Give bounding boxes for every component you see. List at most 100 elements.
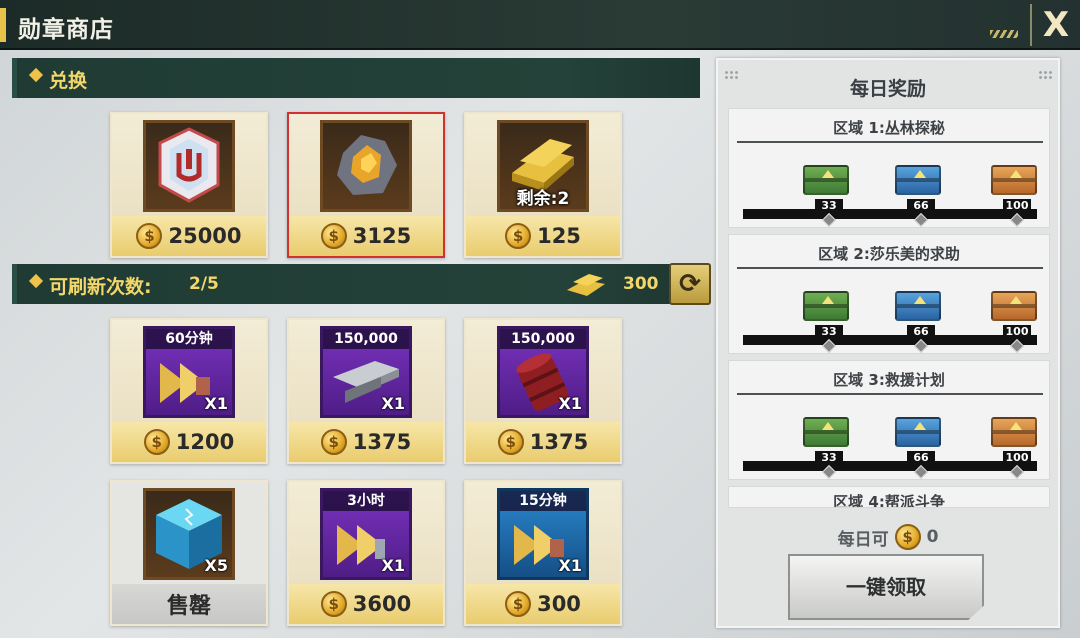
exchange-item-ore-crystal[interactable]: $ 3125 bbox=[287, 112, 445, 258]
speedup-icon: 60分钟 X1 bbox=[143, 326, 235, 418]
chest-icon[interactable] bbox=[803, 165, 849, 195]
price-amount: 3600 bbox=[352, 592, 412, 616]
medal-coin-icon: $ bbox=[143, 429, 170, 455]
zone-name: 区域 4:帮派斗争 bbox=[833, 493, 945, 508]
price-tag: $ 3125 bbox=[289, 216, 443, 256]
zone-3: 区域 3:救援计划 33 66 100 bbox=[728, 360, 1050, 480]
item-quantity: X1 bbox=[558, 394, 582, 413]
daily-value: 0 bbox=[926, 527, 939, 547]
daily-available: 每日可 $ 0 bbox=[718, 524, 1058, 550]
refresh-button[interactable]: ⟳ bbox=[669, 263, 711, 305]
speedup-icon: 3小时 X1 bbox=[320, 488, 412, 580]
shop-item-speedup-15min[interactable]: 15分钟 X1 $ 300 bbox=[464, 480, 622, 626]
price-amount: 3125 bbox=[352, 224, 412, 248]
item-quantity: X1 bbox=[558, 556, 582, 575]
chest-icon[interactable] bbox=[991, 165, 1037, 195]
medal-coin-icon: $ bbox=[505, 223, 532, 249]
medal-coin-icon: $ bbox=[894, 524, 921, 550]
exchange-item-shield-chip[interactable]: $ 25000 bbox=[110, 112, 268, 258]
title-bar: 勋章商店 X bbox=[0, 0, 1080, 50]
energy-cube-icon: X5 bbox=[143, 488, 235, 580]
price-amount: 1200 bbox=[175, 430, 235, 454]
steel-beam-icon: 150,000 X1 bbox=[320, 326, 412, 418]
price-tag: $ 1200 bbox=[112, 422, 266, 462]
item-quantity: X5 bbox=[204, 556, 228, 575]
speedup-icon: 15分钟 X1 bbox=[497, 488, 589, 580]
item-quantity: X1 bbox=[381, 556, 405, 575]
zone-name: 区域 3:救援计划 bbox=[833, 371, 945, 389]
diamond-icon bbox=[28, 273, 44, 289]
item-quantity: X1 bbox=[204, 394, 228, 413]
item-top-label: 3小时 bbox=[323, 491, 409, 511]
exchange-header: 兑换 bbox=[12, 58, 700, 98]
zone-name: 区域 2:莎乐美的求助 bbox=[818, 245, 960, 263]
shield-chip-icon bbox=[143, 120, 235, 212]
divider bbox=[737, 267, 1043, 269]
daily-label: 每日可 bbox=[837, 529, 889, 550]
exchange-label: 兑换 bbox=[49, 70, 88, 92]
remaining-count: 剩余:2 bbox=[516, 189, 570, 209]
chest-icon[interactable] bbox=[895, 291, 941, 321]
refresh-cost: 300 bbox=[623, 274, 659, 294]
zone-name: 区域 1:丛林探秘 bbox=[833, 119, 945, 137]
decor-stripes bbox=[990, 30, 1018, 38]
shop-item-energy-cube: X5 售罄 bbox=[110, 480, 268, 626]
price-tag: $ 1375 bbox=[466, 422, 620, 462]
divider bbox=[737, 393, 1043, 395]
title-accent bbox=[0, 8, 6, 42]
price-amount: 125 bbox=[537, 224, 581, 248]
medal-coin-icon: $ bbox=[497, 429, 524, 455]
refresh-count: 2/5 bbox=[189, 274, 219, 294]
shop-item-speedup-60min[interactable]: 60分钟 X1 $ 1200 bbox=[110, 318, 268, 464]
chest-icon[interactable] bbox=[895, 165, 941, 195]
item-top-label: 150,000 bbox=[323, 329, 409, 349]
item-top-label: 15分钟 bbox=[500, 491, 586, 511]
medal-coin-icon: $ bbox=[320, 429, 347, 455]
gold-bars-icon bbox=[567, 274, 605, 296]
ore-crystal-icon bbox=[320, 120, 412, 212]
item-quantity: X1 bbox=[381, 394, 405, 413]
chest-icon[interactable] bbox=[895, 417, 941, 447]
divider bbox=[737, 141, 1043, 143]
progress-bar bbox=[743, 209, 1037, 219]
price-tag: $ 125 bbox=[466, 216, 620, 256]
progress-bar bbox=[743, 335, 1037, 345]
diamond-icon bbox=[28, 67, 44, 83]
chest-icon[interactable] bbox=[803, 417, 849, 447]
refresh-label: 可刷新次数: bbox=[49, 276, 152, 298]
chest-icon[interactable] bbox=[991, 291, 1037, 321]
chest-icon[interactable] bbox=[803, 291, 849, 321]
claim-all-button[interactable]: 一键领取 bbox=[788, 554, 984, 620]
page-title: 勋章商店 bbox=[18, 17, 114, 43]
zone-2: 区域 2:莎乐美的求助 33 66 100 bbox=[728, 234, 1050, 354]
oil-barrel-icon: 150,000 X1 bbox=[497, 326, 589, 418]
daily-reward-panel: 每日奖励 区域 1:丛林探秘 33 66 100 区域 2:莎乐美的求助 33 … bbox=[716, 58, 1060, 628]
price-amount: 1375 bbox=[352, 430, 412, 454]
zone-1: 区域 1:丛林探秘 33 66 100 bbox=[728, 108, 1050, 228]
daily-reward-title: 每日奖励 bbox=[849, 78, 926, 100]
chest-icon[interactable] bbox=[991, 417, 1037, 447]
price-amount: 300 bbox=[537, 592, 581, 616]
medal-coin-icon: $ bbox=[320, 591, 347, 617]
item-top-label: 60分钟 bbox=[146, 329, 232, 349]
exchange-item-gold-bars[interactable]: 剩余:2 $ 125 bbox=[464, 112, 622, 258]
sold-out-label: 售罄 bbox=[166, 594, 211, 619]
progress-bar bbox=[743, 461, 1037, 471]
price-tag: $ 300 bbox=[466, 584, 620, 624]
price-tag: $ 25000 bbox=[112, 216, 266, 256]
medal-coin-icon: $ bbox=[505, 591, 532, 617]
sold-out-tag: 售罄 bbox=[112, 584, 266, 624]
refresh-header: 可刷新次数: 2/5 300 ⟳ bbox=[12, 263, 711, 305]
medal-coin-icon: $ bbox=[136, 223, 163, 249]
shop-item-oil-barrel[interactable]: 150,000 X1 $ 1375 bbox=[464, 318, 622, 464]
close-button[interactable]: X bbox=[1030, 4, 1080, 46]
zone-4: 区域 4:帮派斗争 bbox=[728, 486, 1050, 508]
price-amount: 25000 bbox=[168, 224, 242, 248]
shop-item-speedup-3hr[interactable]: 3小时 X1 $ 3600 bbox=[287, 480, 445, 626]
medal-coin-icon: $ bbox=[320, 223, 347, 249]
price-amount: 1375 bbox=[529, 430, 589, 454]
gold-bars-icon: 剩余:2 bbox=[497, 120, 589, 212]
shop-item-steel-beam[interactable]: 150,000 X1 $ 1375 bbox=[287, 318, 445, 464]
item-top-label: 150,000 bbox=[500, 329, 586, 349]
price-tag: $ 3600 bbox=[289, 584, 443, 624]
